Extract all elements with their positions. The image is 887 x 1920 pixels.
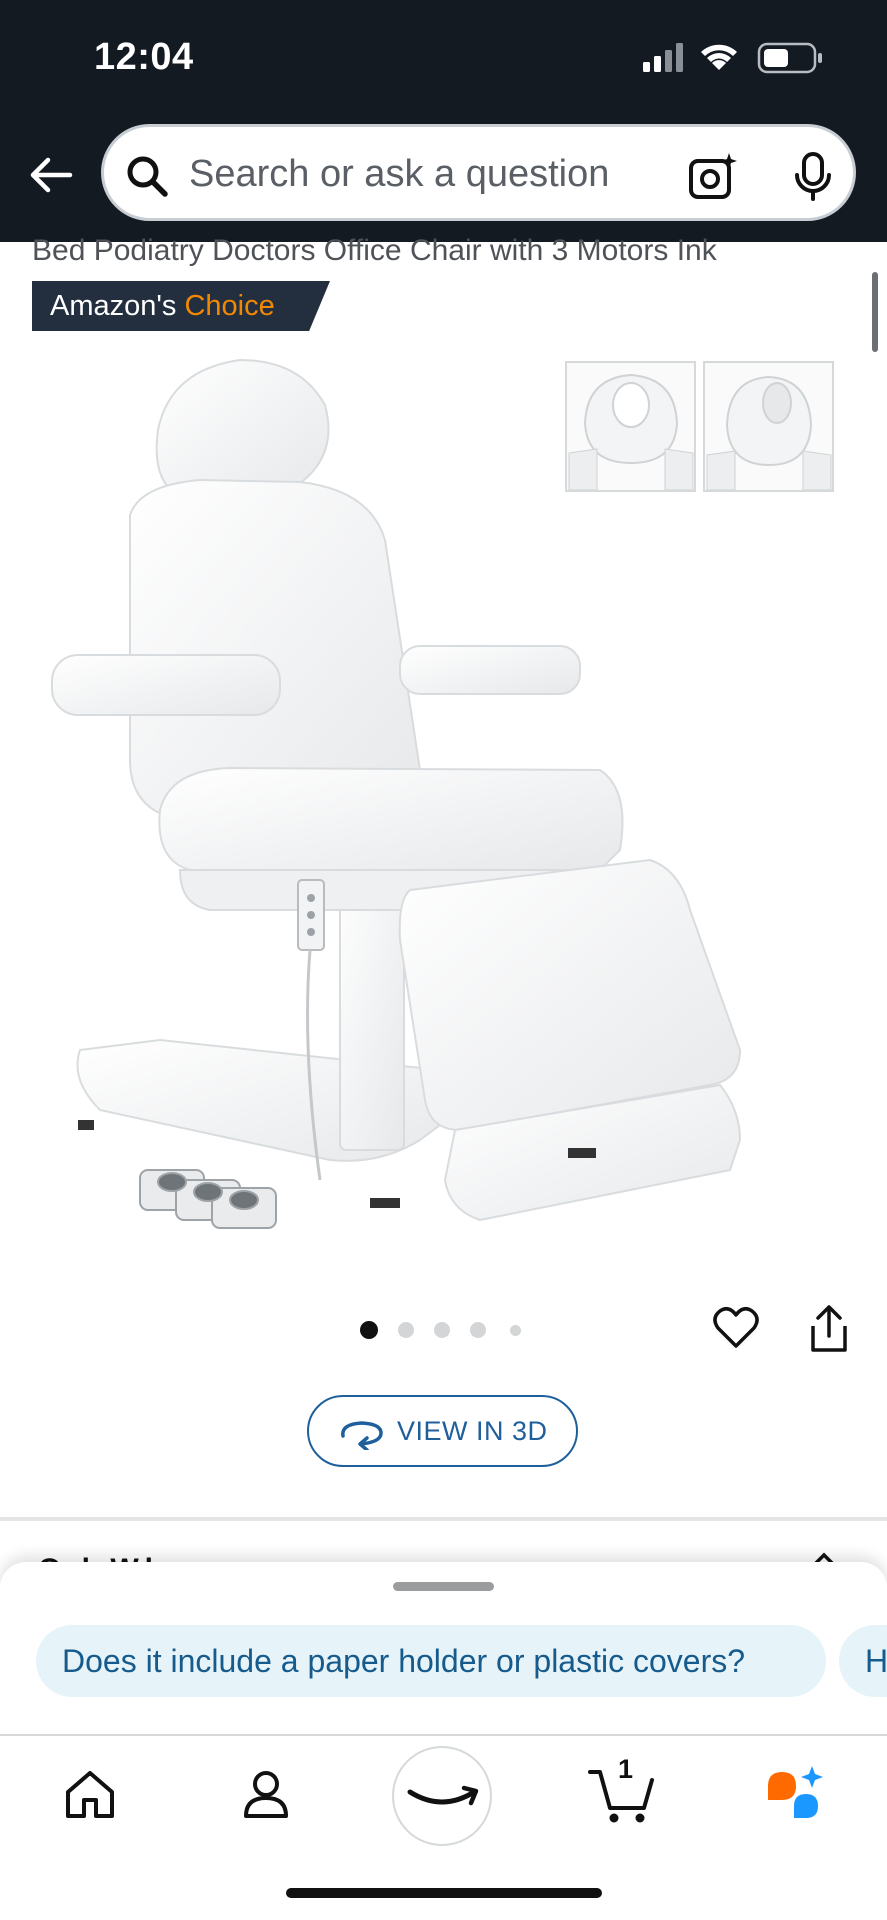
amazons-choice-badge[interactable]: Amazon's Choice [32,281,330,331]
nav-home[interactable] [60,1764,120,1824]
pagination-dot-active[interactable] [360,1321,378,1339]
badge-label: Amazon's Choice [50,290,275,323]
suggestion-chip[interactable]: Does it include a paper holder or plasti… [36,1625,826,1697]
badge-accent: Choice [184,290,275,322]
microphone-icon[interactable] [790,151,836,203]
account-icon [244,1771,288,1818]
suggestion-chip-text: Does it include a paper holder or plasti… [62,1643,746,1679]
cart-count-badge: 1 [618,1754,634,1784]
suggestions-sheet: Does it include a paper holder or plasti… [0,1562,887,1738]
camera-lens-icon[interactable] [687,151,739,203]
amazon-smile-icon [407,1785,479,1806]
thumbnail-2[interactable] [703,361,834,492]
view-in-3d-label: VIEW IN 3D [397,1416,548,1446]
home-indicator [286,1888,602,1898]
wishlist-button[interactable] [712,1304,760,1352]
pagination-dot[interactable] [510,1325,521,1336]
thumbnail-1[interactable] [565,361,696,492]
product-title[interactable]: Bed Podiatry Doctors Office Chair with 3… [32,234,832,268]
back-button[interactable] [26,150,76,200]
status-icons [641,40,827,81]
pagination-dot[interactable] [470,1322,486,1338]
sheet-drag-handle[interactable] [393,1582,494,1591]
back-arrow-icon [30,157,73,193]
suggestion-chip[interactable]: H [839,1625,887,1697]
badge-prefix: Amazon's [50,290,177,322]
pagination-dot[interactable] [434,1322,450,1338]
home-icon [66,1771,114,1818]
nav-rufus[interactable] [764,1762,826,1824]
nav-cart[interactable]: 1 [586,1754,656,1828]
share-button[interactable] [805,1304,853,1354]
search-icon [127,156,168,197]
nav-amazon[interactable] [392,1746,492,1846]
rufus-icon [768,1766,823,1818]
suggestion-chip-text: H [865,1643,887,1679]
view-in-3d-button[interactable]: VIEW IN 3D [307,1395,578,1467]
rotate-3d-icon [341,1421,383,1450]
heart-icon [713,1307,759,1348]
battery-icon [757,42,822,74]
pagination-dot[interactable] [398,1322,414,1338]
header-bar: 12:04 Search or ask a question [0,0,887,242]
status-time: 12:04 [94,36,194,78]
scroll-indicator [872,272,878,352]
nav-account[interactable] [236,1764,296,1824]
section-divider [0,1517,887,1521]
share-icon [811,1305,847,1352]
product-page: 12:04 Search or ask a question Bed Podia… [0,0,887,1920]
signal-icon [643,43,683,72]
wifi-icon [701,44,737,70]
search-input[interactable]: Search or ask a question [189,153,609,196]
search-bar[interactable]: Search or ask a question [101,124,856,221]
